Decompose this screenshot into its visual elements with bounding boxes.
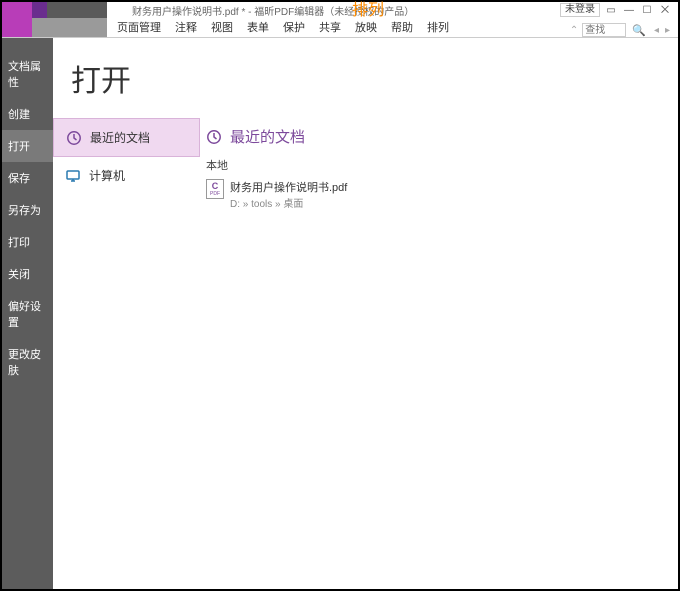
tab-view[interactable]: 视图 (209, 17, 235, 37)
search-icon[interactable]: 🔍 (628, 24, 650, 37)
source-recent-label: 最近的文档 (90, 129, 150, 146)
sidebar-item-preferences[interactable]: 偏好设置 (2, 290, 53, 338)
tab-comment[interactable]: 注释 (173, 17, 199, 37)
ribbon-display-icon[interactable]: ▭ (604, 3, 618, 17)
tab-protect[interactable]: 保护 (281, 17, 307, 37)
tab-arrange[interactable]: 排列 (425, 17, 451, 37)
clock-icon (66, 130, 82, 146)
local-label: 本地 (206, 157, 678, 173)
computer-icon (65, 168, 81, 184)
source-recent[interactable]: 最近的文档 (53, 118, 200, 157)
file-path: D: » tools » 桌面 (230, 195, 347, 210)
sidebar-item-saveas[interactable]: 另存为 (2, 194, 53, 226)
sidebar-item-properties[interactable]: 文档属性 (2, 50, 53, 98)
search-prev-icon[interactable]: ◂ (652, 25, 661, 36)
sidebar-item-print[interactable]: 打印 (2, 226, 53, 258)
search-input[interactable] (582, 23, 626, 37)
app-logo (2, 2, 107, 18)
pdf-file-icon: CPDF (206, 179, 224, 199)
minimize-button[interactable]: — (622, 3, 636, 17)
sidebar-item-skin[interactable]: 更改皮肤 (2, 338, 53, 386)
recent-file-item[interactable]: CPDF 财务用户操作说明书.pdf D: » tools » 桌面 (206, 177, 678, 212)
sidebar-item-open[interactable]: 打开 (2, 130, 53, 162)
section-header: 最近的文档 (230, 126, 305, 147)
maximize-button[interactable]: ☐ (640, 3, 654, 17)
sidebar-item-close[interactable]: 关闭 (2, 258, 53, 290)
source-computer-label: 计算机 (89, 167, 125, 184)
file-name: 财务用户操作说明书.pdf (230, 179, 347, 195)
clock-icon (206, 129, 222, 145)
tab-page-manage[interactable]: 页面管理 (115, 17, 163, 37)
tab-share[interactable]: 共享 (317, 17, 343, 37)
tab-form[interactable]: 表单 (245, 17, 271, 37)
login-status[interactable]: 未登录 (560, 3, 600, 17)
file-tab-area[interactable] (2, 17, 107, 37)
sidebar-item-save[interactable]: 保存 (2, 162, 53, 194)
sidebar-item-create[interactable]: 创建 (2, 98, 53, 130)
tab-arrange-contextual[interactable]: 排列 (350, 0, 386, 22)
ribbon: 页面管理 注释 视图 表单 保护 共享 放映 帮助 排列 ⌃ 🔍 ◂ ▸ (2, 18, 678, 38)
source-computer[interactable]: 计算机 (53, 157, 200, 194)
tab-help[interactable]: 帮助 (389, 17, 415, 37)
search-next-icon[interactable]: ▸ (663, 25, 672, 36)
ribbon-collapse-icon[interactable]: ⌃ (568, 25, 580, 36)
page-title: 打开 (53, 56, 678, 100)
titlebar: 财务用户操作说明书.pdf * - 福昕PDF编辑器（未经授权的产品） 未登录 … (2, 2, 678, 18)
close-button[interactable]: ⨉ (658, 3, 672, 17)
backstage-main: 打开 最近的文档 计算机 (53, 38, 678, 589)
backstage-sidebar: 文档属性 创建 打开 保存 另存为 打印 关闭 偏好设置 更改皮肤 (2, 38, 53, 589)
